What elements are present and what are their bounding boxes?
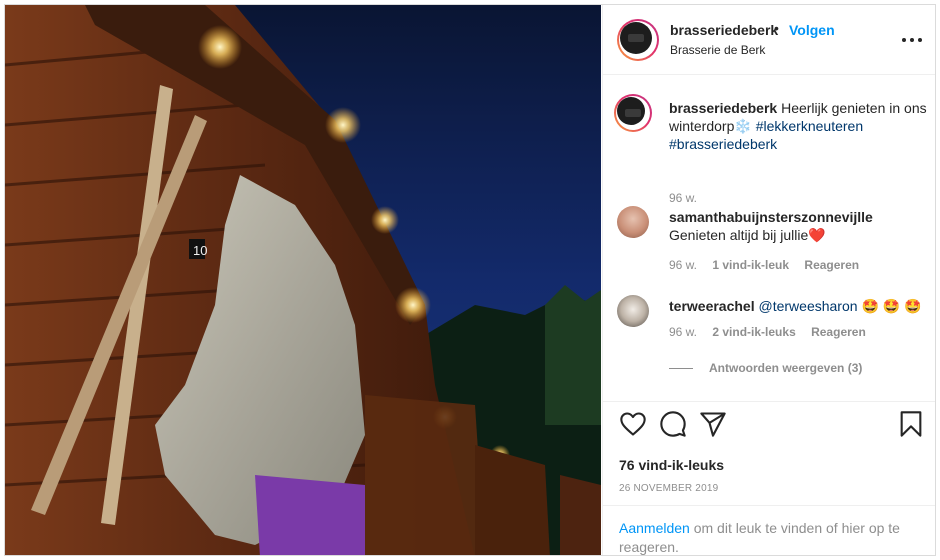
caption-avatar[interactable] [614, 94, 652, 132]
header-separator: • [774, 20, 779, 36]
post-photo[interactable]: 10 [5, 5, 601, 555]
reply-button[interactable]: Reageren [804, 258, 859, 272]
heart-icon[interactable] [619, 410, 647, 438]
commenter-avatar[interactable] [617, 295, 649, 327]
heart-emoji: ❤️ [808, 227, 826, 243]
more-options-icon[interactable] [900, 28, 924, 52]
reply-button[interactable]: Reageren [811, 325, 866, 339]
hashtag-link[interactable]: #brasseriedeberk [669, 136, 777, 152]
view-replies-label: Antwoorden weergeven (3) [709, 361, 863, 375]
login-prompt: Aanmelden om dit leuk te vinden of hier … [603, 505, 935, 555]
comment-text: Genieten altijd bij jullie [669, 227, 809, 243]
instagram-post: 10 brasseriedeberk • Volgen Brasserie de… [4, 4, 936, 556]
account-avatar[interactable] [617, 19, 659, 61]
comment-username[interactable]: terweerachel [669, 298, 755, 314]
mention-link[interactable]: @terweesharon [759, 298, 858, 314]
follow-button[interactable]: Volgen [789, 22, 835, 38]
comment-username[interactable]: samanthabuijnsterszonnevijlle [669, 209, 873, 225]
post-header: brasseriedeberk • Volgen Brasserie de Be… [603, 5, 935, 75]
share-icon[interactable] [699, 410, 727, 438]
comment-icon[interactable] [659, 410, 687, 438]
post-date[interactable]: 26 NOVEMBER 2019 [619, 483, 718, 494]
header-username[interactable]: brasseriedeberk [670, 22, 778, 38]
location-link[interactable]: Brasserie de Berk [670, 43, 765, 57]
commenter-avatar[interactable] [617, 206, 649, 238]
snowflake-emoji: ❄️ [734, 118, 752, 134]
view-replies-button[interactable]: Antwoorden weergeven (3) [669, 361, 862, 375]
login-link[interactable]: Aanmelden [619, 520, 690, 536]
comment-likes[interactable]: 1 vind-ik-leuk [712, 258, 789, 272]
likes-count[interactable]: 76 vind-ik-leuks [619, 457, 724, 473]
hashtag-link[interactable]: #lekkerkneuteren [756, 118, 863, 134]
replies-divider [669, 368, 693, 370]
comment-list: brasseriedeberk Heerlijk genieten in ons… [603, 76, 935, 401]
comment-likes[interactable]: 2 vind-ik-leuks [712, 325, 795, 339]
post-actions: 76 vind-ik-leuks 26 NOVEMBER 2019 Aanmel… [603, 401, 935, 555]
comment-age[interactable]: 96 w. [669, 258, 697, 272]
star-eyes-emoji: 🤩 🤩 🤩 [861, 298, 922, 314]
post-sidebar: brasseriedeberk • Volgen Brasserie de Be… [602, 5, 935, 555]
cabin-number-sign: 10 [193, 243, 207, 258]
bookmark-icon[interactable] [897, 410, 925, 438]
caption-age[interactable]: 96 w. [669, 191, 697, 205]
comment-age[interactable]: 96 w. [669, 325, 697, 339]
caption-username[interactable]: brasseriedeberk [669, 100, 777, 116]
winter-village-photo: 10 [5, 5, 601, 555]
